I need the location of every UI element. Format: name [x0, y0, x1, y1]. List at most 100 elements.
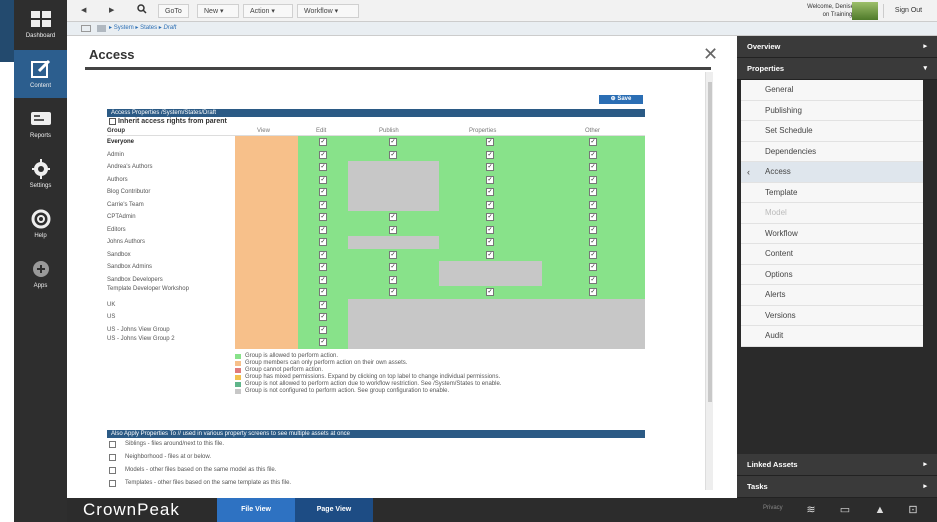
properties-checkbox[interactable]: ✓ [486, 225, 494, 234]
siblings-checkbox[interactable] [109, 441, 116, 448]
also-item-models[interactable]: Models - other files based on the same m… [107, 464, 645, 477]
edit-checkbox[interactable]: ✓ [319, 313, 327, 321]
crumb-system[interactable]: System [114, 25, 134, 31]
edit-checkbox[interactable]: ✓ [319, 213, 327, 221]
properties-checkbox[interactable]: ✓ [486, 238, 494, 246]
publish-cell[interactable] [348, 311, 439, 324]
view-cell[interactable] [235, 198, 298, 211]
rail-dashboard[interactable]: Dashboard [14, 0, 67, 48]
also-item-templates[interactable]: Templates - other files based on the sam… [107, 477, 645, 490]
properties-cell[interactable] [439, 261, 542, 274]
edit-cell[interactable]: ✓ [298, 311, 348, 324]
publish-cell[interactable] [348, 236, 439, 249]
panel-item-alerts[interactable]: Alerts [741, 285, 923, 306]
workflow-menu[interactable]: Workflow ▾ [297, 4, 359, 18]
properties-cell[interactable] [439, 273, 542, 286]
edit-cell[interactable]: ✓ [298, 186, 348, 199]
group-name[interactable]: Authors [107, 174, 235, 187]
other-cell[interactable]: ✓ [542, 186, 645, 199]
panel-item-content[interactable]: Content [741, 244, 923, 265]
file-view-tab[interactable]: File View [217, 498, 295, 522]
scrollbar-thumb[interactable] [708, 82, 712, 402]
edit-cell[interactable]: ✓ [298, 198, 348, 211]
edit-checkbox[interactable]: ✓ [319, 150, 327, 159]
view-cell[interactable] [235, 161, 298, 174]
other-checkbox[interactable]: ✓ [589, 238, 597, 246]
window-icon[interactable]: ⊡ [905, 503, 921, 517]
edit-cell[interactable]: ✓ [298, 323, 348, 336]
other-cell[interactable] [542, 323, 645, 336]
properties-checkbox[interactable]: ✓ [486, 163, 494, 171]
publish-checkbox[interactable]: ✓ [389, 250, 397, 259]
edit-checkbox[interactable]: ✓ [319, 163, 327, 171]
other-checkbox[interactable]: ✓ [589, 163, 597, 171]
edit-cell[interactable]: ✓ [298, 148, 348, 161]
publish-cell[interactable]: ✓ [348, 223, 439, 236]
rail-reports[interactable]: Reports [14, 100, 67, 148]
linked-assets-header[interactable]: Linked Assets ▸ [737, 454, 937, 476]
col-properties[interactable]: Properties [469, 126, 496, 136]
view-cell[interactable] [235, 223, 298, 236]
other-cell[interactable]: ✓ [542, 148, 645, 161]
publish-cell[interactable]: ✓ [348, 136, 439, 149]
other-cell[interactable]: ✓ [542, 261, 645, 274]
rail-settings[interactable]: Settings [14, 150, 67, 198]
properties-checkbox[interactable]: ✓ [486, 188, 494, 196]
properties-checkbox[interactable]: ✓ [486, 213, 494, 221]
view-cell[interactable] [235, 211, 298, 224]
other-cell[interactable]: ✓ [542, 248, 645, 261]
inherit-checkbox[interactable] [109, 117, 116, 125]
edit-checkbox[interactable]: ✓ [319, 238, 327, 246]
inherit-row[interactable]: Inherit access rights from parent [107, 117, 645, 126]
other-cell[interactable]: ✓ [542, 211, 645, 224]
other-cell[interactable]: ✓ [542, 198, 645, 211]
edit-cell[interactable]: ✓ [298, 211, 348, 224]
properties-checkbox[interactable]: ✓ [486, 250, 494, 259]
view-cell[interactable] [235, 173, 298, 186]
other-checkbox[interactable]: ✓ [589, 200, 597, 209]
edit-cell[interactable]: ✓ [298, 286, 348, 299]
view-cell[interactable] [235, 236, 298, 249]
edit-cell[interactable]: ✓ [298, 261, 348, 274]
view-cell[interactable] [235, 261, 298, 274]
view-cell[interactable] [235, 323, 298, 336]
other-cell[interactable] [542, 311, 645, 324]
edit-checkbox[interactable]: ✓ [319, 300, 327, 309]
edit-checkbox[interactable]: ✓ [319, 338, 327, 346]
edit-checkbox[interactable]: ✓ [319, 288, 327, 296]
neighborhood-checkbox[interactable] [109, 454, 116, 461]
group-name[interactable]: US [107, 311, 235, 324]
view-cell[interactable] [235, 336, 298, 349]
models-checkbox[interactable] [109, 467, 116, 474]
group-name[interactable]: Sandbox Admins [107, 261, 235, 274]
edit-cell[interactable]: ✓ [298, 273, 348, 286]
group-name[interactable]: Sandbox Developers [107, 274, 235, 287]
also-item-siblings[interactable]: Siblings - files around/next to this fil… [107, 438, 645, 451]
publish-cell[interactable]: ✓ [348, 211, 439, 224]
group-name[interactable]: Carrie's Team [107, 199, 235, 212]
col-edit[interactable]: Edit [316, 126, 326, 136]
edit-cell[interactable]: ✓ [298, 223, 348, 236]
other-cell[interactable]: ✓ [542, 236, 645, 249]
properties-cell[interactable]: ✓ [439, 173, 542, 186]
publish-checkbox[interactable]: ✓ [389, 150, 397, 159]
properties-cell[interactable] [439, 311, 542, 324]
publish-cell[interactable] [348, 198, 439, 211]
publish-checkbox[interactable]: ✓ [389, 263, 397, 271]
rail-content[interactable]: Content [14, 50, 67, 98]
properties-cell[interactable]: ✓ [439, 136, 542, 149]
rail-apps[interactable]: Apps [14, 250, 67, 298]
other-checkbox[interactable]: ✓ [589, 150, 597, 159]
crumb-states[interactable]: States [140, 25, 157, 31]
properties-checkbox[interactable]: ✓ [486, 150, 494, 159]
close-icon[interactable]: ✕ [703, 44, 718, 65]
layers-icon[interactable]: ≋ [803, 503, 819, 517]
menu-icon[interactable] [81, 25, 91, 32]
group-name[interactable]: Editors [107, 224, 235, 237]
properties-cell[interactable]: ✓ [439, 223, 542, 236]
publish-checkbox[interactable]: ✓ [389, 288, 397, 296]
back-arrow-icon[interactable]: ◀ [81, 4, 86, 18]
group-name[interactable]: US - Johns View Group 2 [107, 336, 235, 343]
edit-checkbox[interactable]: ✓ [319, 325, 327, 334]
other-checkbox[interactable]: ✓ [589, 213, 597, 221]
